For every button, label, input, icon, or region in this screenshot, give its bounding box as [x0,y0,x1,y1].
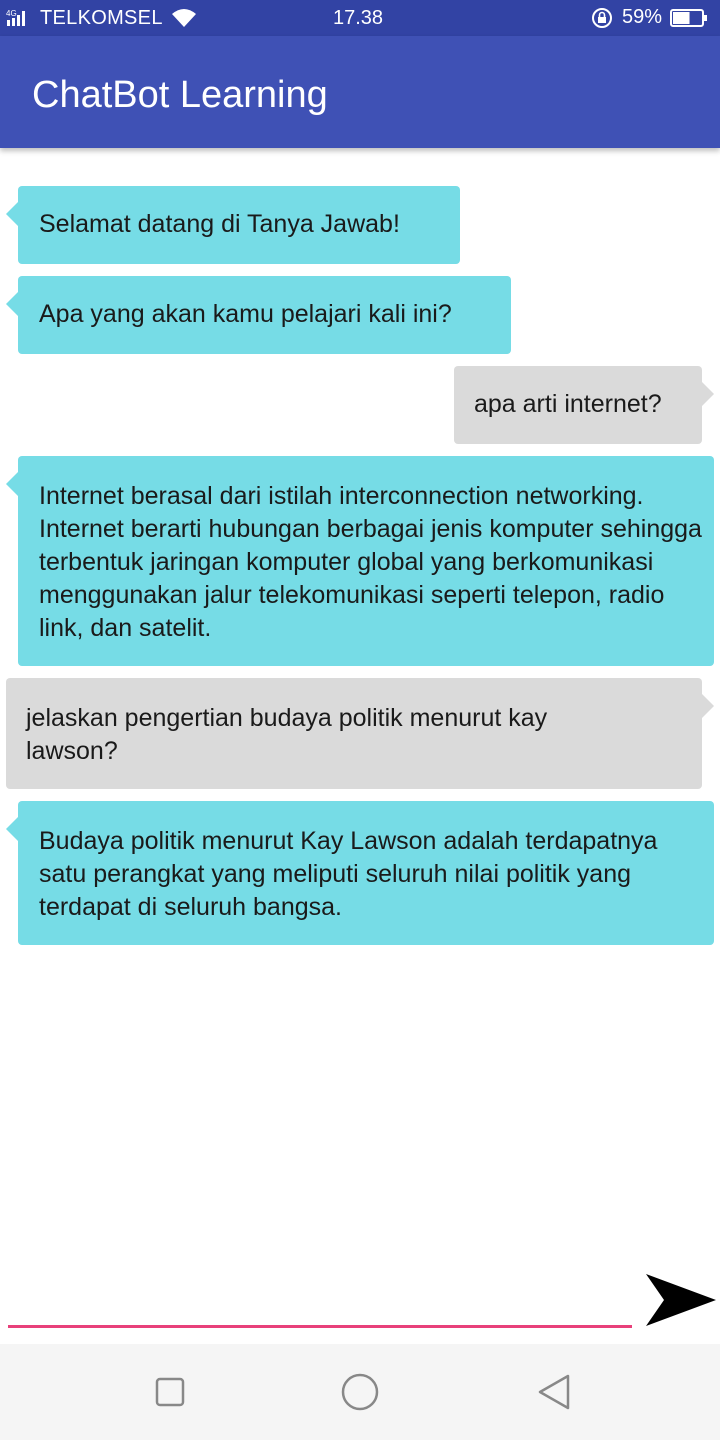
user-message: jelaskan pengertian budaya politik menur… [6,678,714,789]
status-bar: 4G TELKOMSEL 17.38 59% [0,0,720,36]
send-icon[interactable] [644,1268,718,1330]
message-input[interactable] [8,1268,632,1328]
bot-message: Apa yang akan kamu pelajari kali ini? [6,276,511,354]
navigation-bar [0,1344,720,1440]
battery-icon [670,9,707,27]
chat-list[interactable]: Selamat datang di Tanya Jawab! Apa yang … [0,148,720,1268]
bot-message: Internet berasal dari istilah interconne… [6,456,714,666]
bot-message: Budaya politik menurut Kay Lawson adalah… [6,801,714,945]
wifi-icon [172,9,196,27]
clock: 17.38 [333,7,384,29]
app-title: ChatBot Learning [32,74,328,116]
user-message: apa arti internet? [454,366,714,444]
recents-icon[interactable] [148,1370,192,1414]
svg-text:4G: 4G [6,9,17,18]
home-icon[interactable] [338,1370,382,1414]
carrier-name: TELKOMSEL [40,7,163,29]
battery-percent: 59% [622,6,663,28]
signal-icon: 4G [6,9,25,26]
app-bar: ChatBot Learning [0,36,720,148]
back-icon[interactable] [532,1370,576,1414]
bot-message: Selamat datang di Tanya Jawab! [6,186,460,264]
rotation-lock-icon [592,8,612,28]
message-composer [0,1262,720,1344]
